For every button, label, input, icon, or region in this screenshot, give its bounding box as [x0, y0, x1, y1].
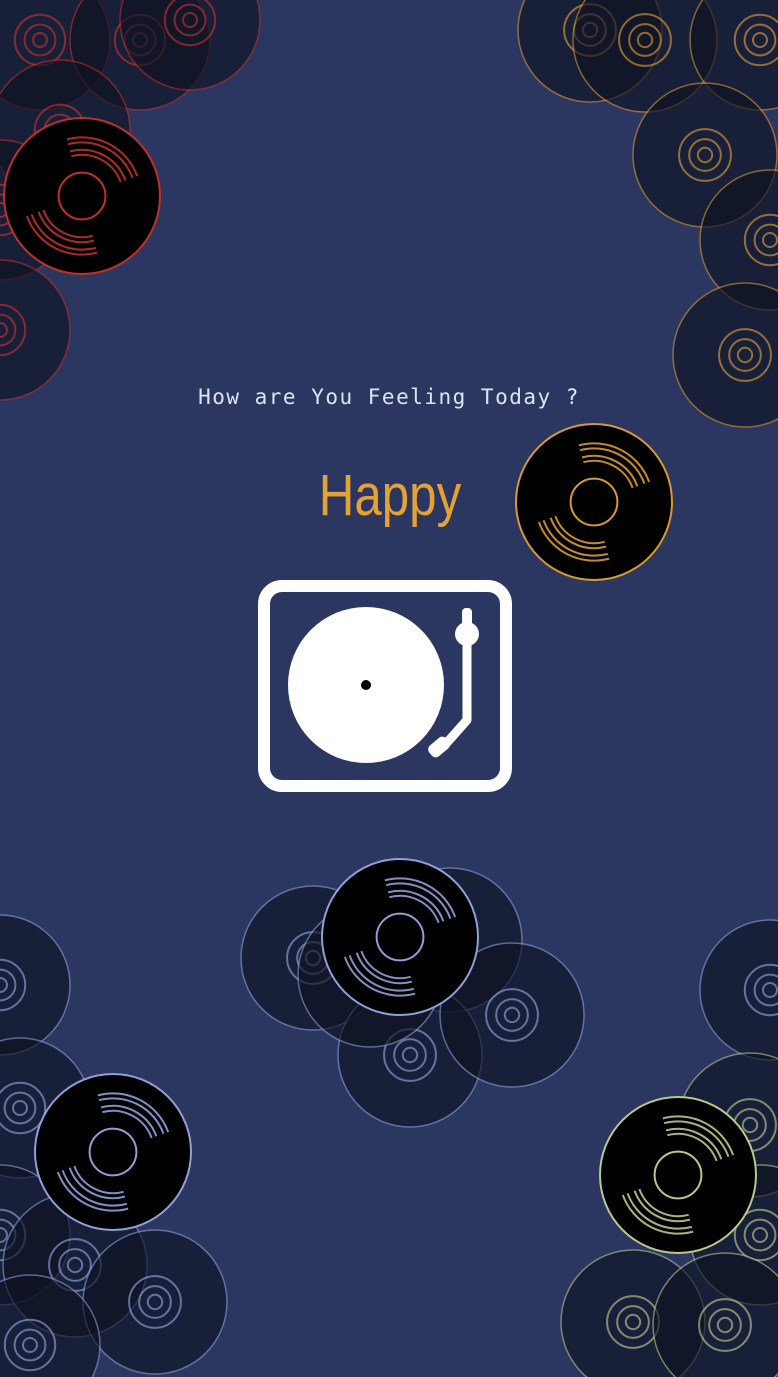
vinyl-record-icon: [515, 423, 673, 581]
vinyl-record-icon: [3, 117, 161, 275]
vinyl-record-icon: [0, 914, 71, 1056]
vinyl-record-icon: [34, 1073, 192, 1231]
vinyl-record-icon: [599, 1096, 757, 1254]
vinyl-record-icon: [699, 919, 778, 1061]
vinyl-record-icon: [0, 259, 71, 401]
mood-question: How are You Feeling Today ?: [198, 385, 580, 409]
vinyl-record-icon: [321, 858, 479, 1016]
vinyl-record-icon: [82, 1229, 228, 1375]
turntable-icon[interactable]: [258, 580, 512, 792]
selected-mood-label[interactable]: Happy: [305, 462, 475, 529]
